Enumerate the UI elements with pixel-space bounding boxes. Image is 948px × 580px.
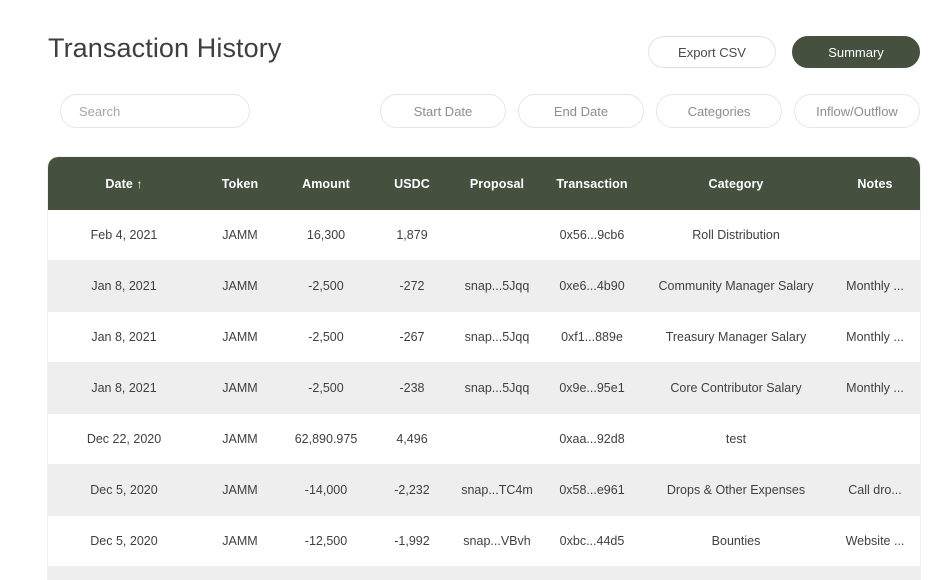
- column-header-proposal[interactable]: Proposal: [452, 157, 542, 210]
- transactions-table-container: Date ↑ Token Amount USDC Proposal Transa…: [48, 157, 920, 580]
- cell-date: Dec 22, 2020: [48, 414, 200, 465]
- table-header-row: Date ↑ Token Amount USDC Proposal Transa…: [48, 157, 920, 210]
- cell-category: Treasury Manager Salary: [642, 312, 830, 363]
- cell-amount: -12,500: [280, 516, 372, 567]
- column-header-transaction[interactable]: Transaction: [542, 157, 642, 210]
- column-header-notes[interactable]: Notes: [830, 157, 920, 210]
- cell-token[interactable]: JAMM: [200, 414, 280, 465]
- cell-category: Core Contributor Salary: [642, 363, 830, 414]
- cell-date: Jan 8, 2021: [48, 312, 200, 363]
- categories-filter[interactable]: Categories: [656, 94, 782, 128]
- cell-usdc: -272: [372, 261, 452, 312]
- cell-proposal[interactable]: snap...VBvh: [452, 516, 542, 567]
- cell-token[interactable]: JAMM: [200, 363, 280, 414]
- cell-transaction[interactable]: 0x58...e961: [542, 465, 642, 516]
- column-header-amount[interactable]: Amount: [280, 157, 372, 210]
- cell-proposal: [452, 210, 542, 261]
- table-row[interactable]: Jan 8, 2021JAMM-2,500-272snap...5Jqq0xe6…: [48, 261, 920, 312]
- cell-date: Jan 8, 2021: [48, 363, 200, 414]
- cell-notes: [830, 210, 920, 261]
- table-row[interactable]: Dec 5, 2020JAMM-12,500-1,992snap...VBvh0…: [48, 516, 920, 567]
- transaction-history-page: Transaction History Export CSV Summary S…: [0, 0, 948, 580]
- cell-date: Feb 4, 2021: [48, 210, 200, 261]
- cell-proposal: [452, 414, 542, 465]
- table-row[interactable]: Jan 8, 2021JAMM-2,500-238snap...5Jqq0x9e…: [48, 363, 920, 414]
- cell-usdc: -238: [372, 363, 452, 414]
- table-row[interactable]: Dec 5, 2020JAMM-14,000-2,232snap...TC4m0…: [48, 465, 920, 516]
- cell-token: [200, 567, 280, 580]
- sort-ascending-icon: ↑: [136, 177, 142, 191]
- cell-token[interactable]: JAMM: [200, 465, 280, 516]
- header-actions: Export CSV Summary: [648, 36, 920, 68]
- cell-notes: Monthly ...: [830, 261, 920, 312]
- cell-proposal[interactable]: snap...5Jqq: [452, 363, 542, 414]
- filter-bar: Search Start Date End Date Categories In…: [0, 94, 948, 128]
- column-header-category[interactable]: Category: [642, 157, 830, 210]
- cell-proposal: [452, 567, 542, 580]
- cell-token[interactable]: JAMM: [200, 261, 280, 312]
- table-row[interactable]: Jan 8, 2021JAMM-2,500-267snap...5Jqq0xf1…: [48, 312, 920, 363]
- cell-date: Dec 5, 2020: [48, 465, 200, 516]
- transactions-table: Date ↑ Token Amount USDC Proposal Transa…: [48, 157, 920, 580]
- table-row[interactable]: Feb 4, 2021JAMM16,3001,879 0x56...9cb6Rol…: [48, 210, 920, 261]
- cell-notes: Monthly ...: [830, 312, 920, 363]
- cell-usdc: 4,496: [372, 414, 452, 465]
- cell-amount: 62,890.975: [280, 414, 372, 465]
- cell-token[interactable]: JAMM: [200, 210, 280, 261]
- cell-transaction: [542, 567, 642, 580]
- page-title: Transaction History: [48, 28, 281, 68]
- cell-transaction[interactable]: 0x56...9cb6: [542, 210, 642, 261]
- cell-date: Jan 8, 2021: [48, 261, 200, 312]
- table-row[interactable]: [48, 567, 920, 580]
- cell-proposal[interactable]: snap...TC4m: [452, 465, 542, 516]
- cell-transaction[interactable]: 0xf1...889e: [542, 312, 642, 363]
- cell-transaction[interactable]: 0xaa...92d8: [542, 414, 642, 465]
- cell-category: Bounties: [642, 516, 830, 567]
- start-date-filter[interactable]: Start Date: [380, 94, 506, 128]
- cell-date: [48, 567, 200, 580]
- table-row[interactable]: Dec 22, 2020JAMM62,890.9754,496 0xaa...92…: [48, 414, 920, 465]
- cell-transaction[interactable]: 0xbc...44d5: [542, 516, 642, 567]
- column-header-token[interactable]: Token: [200, 157, 280, 210]
- cell-notes: Call dro...: [830, 465, 920, 516]
- table-header: Date ↑ Token Amount USDC Proposal Transa…: [48, 157, 920, 210]
- cell-transaction[interactable]: 0xe6...4b90: [542, 261, 642, 312]
- cell-usdc: [372, 567, 452, 580]
- column-header-usdc[interactable]: USDC: [372, 157, 452, 210]
- cell-token[interactable]: JAMM: [200, 516, 280, 567]
- cell-proposal[interactable]: snap...5Jqq: [452, 312, 542, 363]
- cell-proposal[interactable]: snap...5Jqq: [452, 261, 542, 312]
- search-input[interactable]: Search: [60, 94, 250, 128]
- cell-notes: Monthly ...: [830, 363, 920, 414]
- cell-usdc: 1,879: [372, 210, 452, 261]
- export-csv-button[interactable]: Export CSV: [648, 36, 776, 68]
- cell-amount: -14,000: [280, 465, 372, 516]
- inflow-outflow-filter[interactable]: Inflow/Outflow: [794, 94, 920, 128]
- cell-category: Community Manager Salary: [642, 261, 830, 312]
- cell-category: Drops & Other Expenses: [642, 465, 830, 516]
- cell-category: Roll Distribution: [642, 210, 830, 261]
- cell-notes: [830, 414, 920, 465]
- cell-usdc: -2,232: [372, 465, 452, 516]
- cell-token[interactable]: JAMM: [200, 312, 280, 363]
- cell-amount: -2,500: [280, 261, 372, 312]
- cell-date: Dec 5, 2020: [48, 516, 200, 567]
- cell-transaction[interactable]: 0x9e...95e1: [542, 363, 642, 414]
- cell-amount: -2,500: [280, 363, 372, 414]
- cell-notes: [830, 567, 920, 580]
- column-header-date[interactable]: Date ↑: [48, 157, 200, 210]
- summary-button[interactable]: Summary: [792, 36, 920, 68]
- cell-category: [642, 567, 830, 580]
- cell-amount: 16,300: [280, 210, 372, 261]
- cell-usdc: -1,992: [372, 516, 452, 567]
- cell-amount: -2,500: [280, 312, 372, 363]
- end-date-filter[interactable]: End Date: [518, 94, 644, 128]
- cell-notes: Website ...: [830, 516, 920, 567]
- column-header-date-label: Date: [105, 177, 133, 191]
- cell-usdc: -267: [372, 312, 452, 363]
- cell-category: test: [642, 414, 830, 465]
- page-header: Transaction History Export CSV Summary: [0, 28, 948, 76]
- table-body: Feb 4, 2021JAMM16,3001,8790x56...9cb6Rol…: [48, 210, 920, 580]
- cell-amount: [280, 567, 372, 580]
